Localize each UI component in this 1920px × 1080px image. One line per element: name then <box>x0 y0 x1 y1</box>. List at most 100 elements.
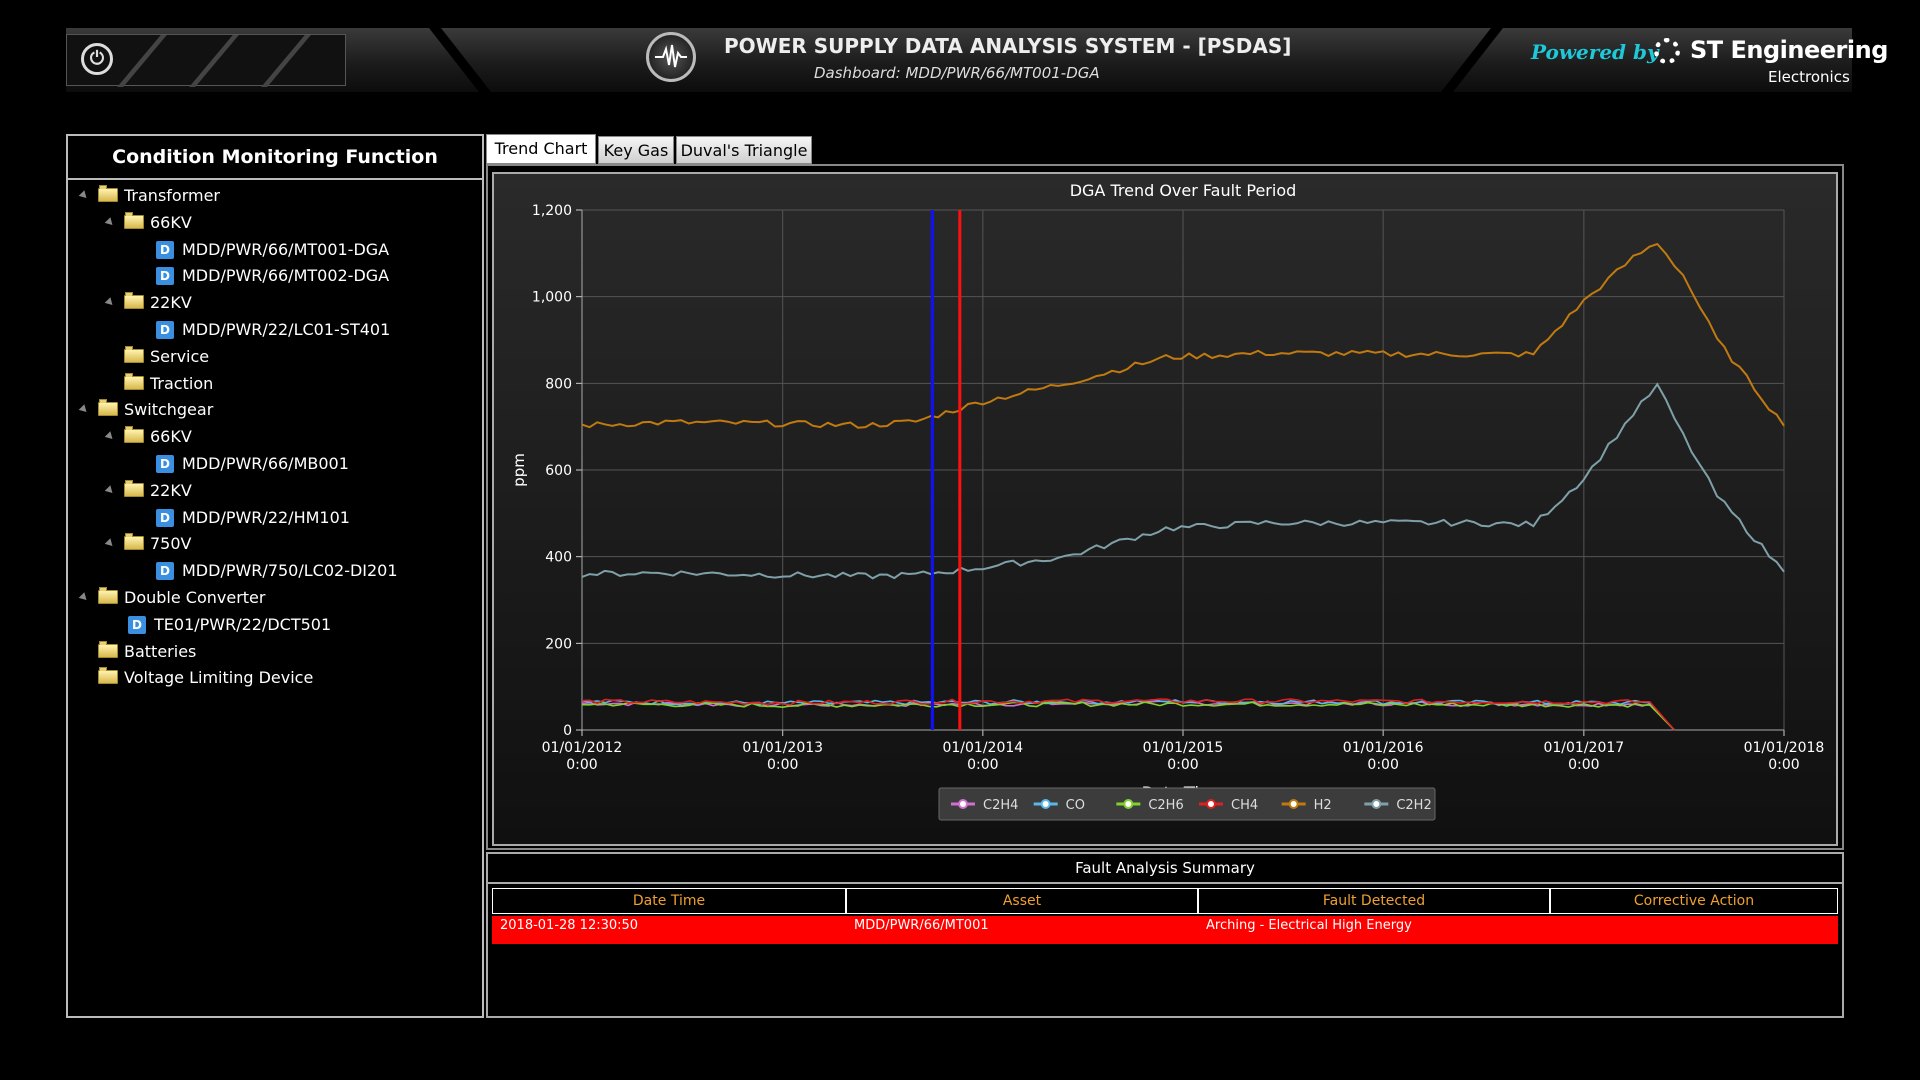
tree-item-label: 66KV <box>150 427 192 447</box>
tree-item-voltage-limiting-device[interactable]: Voltage Limiting Device <box>68 666 468 690</box>
tree-item-mdd-pwr-66-mt002-dga[interactable]: D MDD/PWR/66/MT002-DGA <box>68 264 468 288</box>
tree-item-label: Voltage Limiting Device <box>124 668 314 688</box>
tree-item-label: MDD/PWR/22/LC01-ST401 <box>182 320 391 339</box>
folder-icon <box>124 533 144 551</box>
y-tick-label: 400 <box>545 550 572 566</box>
y-tick-label: 1,000 <box>532 290 572 306</box>
st-engineering-logo-icon <box>1654 38 1680 64</box>
tree-item-750v[interactable]: 750V <box>68 532 468 556</box>
x-tick-label: 01/01/2012 <box>542 740 623 756</box>
column-header-fault-detected[interactable]: Fault Detected <box>1199 889 1551 913</box>
tree-item-label: Transformer <box>124 186 221 205</box>
x-tick-label: 0:00 <box>566 757 597 773</box>
cell-asset: MDD/PWR/66/MT001 <box>854 918 989 933</box>
panel-title: Condition Monitoring Function <box>68 136 482 180</box>
power-icon[interactable]: ⏻ <box>81 43 113 75</box>
y-tick-label: 200 <box>545 636 572 652</box>
tree-item-66kv[interactable]: 66KV <box>68 425 468 449</box>
x-tick-label: 01/01/2013 <box>742 740 823 756</box>
y-tick-label: 1,200 <box>532 203 572 219</box>
waveform-logo-icon <box>646 32 696 82</box>
document-icon: D <box>156 240 174 259</box>
tree-item-22kv[interactable]: 22KV <box>68 479 468 503</box>
tree-item-switchgear[interactable]: Switchgear <box>68 398 468 422</box>
tree-item-label: Traction <box>150 373 214 393</box>
tree-item-te01-pwr-22-dct501[interactable]: D TE01/PWR/22/DCT501 <box>68 613 468 637</box>
tree-item-mdd-pwr-750-lc02-di201[interactable]: D MDD/PWR/750/LC02-DI201 <box>68 559 468 583</box>
tree-item-service[interactable]: Service <box>68 345 468 369</box>
expand-arrow-icon[interactable] <box>78 190 90 201</box>
powered-by-label: Powered by <box>1531 40 1659 64</box>
tree-item-label: 22KV <box>150 293 192 313</box>
expand-arrow-icon[interactable] <box>104 538 116 550</box>
folder-icon <box>124 345 144 363</box>
x-tick-label: 0:00 <box>1167 757 1198 773</box>
expand-arrow-icon[interactable] <box>104 431 116 442</box>
expand-arrow-icon[interactable] <box>78 404 90 416</box>
dga-trend-chart: DGA Trend Over Fault Period 0 200 400 600 800… <box>510 181 1824 821</box>
y-axis-label: ppm <box>510 453 528 487</box>
folder-icon <box>98 185 118 202</box>
tree-item-label: 66KV <box>150 212 192 232</box>
app-title: POWER SUPPLY DATA ANALYSIS SYSTEM - [PSD… <box>724 34 1292 58</box>
tree-item-mdd-pwr-22-lc01-st401[interactable]: D MDD/PWR/22/LC01-ST401 <box>68 318 468 342</box>
tree-item-double-converter[interactable]: Double Converter <box>68 586 468 610</box>
column-header-date-time[interactable]: Date Time <box>493 889 847 913</box>
document-icon: D <box>156 321 174 339</box>
y-tick-label: 800 <box>545 376 572 392</box>
chart-title: DGA Trend Over Fault Period <box>1070 181 1297 200</box>
tree-item-66kv[interactable]: 66KV <box>68 211 468 235</box>
brand-name: ST Engineering <box>1690 36 1888 64</box>
x-tick-label: 0:00 <box>1568 757 1599 773</box>
tree-item-label: Switchgear <box>124 400 214 420</box>
document-icon: D <box>156 455 174 473</box>
legend-label: C2H4 <box>983 798 1018 813</box>
header-left-panel: ⏻ <box>66 34 346 87</box>
document-icon: D <box>156 562 174 581</box>
tree-item-label: 750V <box>150 534 192 554</box>
tree-item-transformer[interactable]: Transformer <box>68 184 468 208</box>
cell-date-time: 2018-01-28 12:30:50 <box>500 918 639 933</box>
tree-item-mdd-pwr-22-hm101[interactable]: D MDD/PWR/22/HM101 <box>68 506 468 530</box>
expand-arrow-icon[interactable] <box>78 592 90 603</box>
legend-swatch-marker <box>1206 799 1216 809</box>
legend-label: C2H2 <box>1396 798 1431 813</box>
legend-label: H2 <box>1314 798 1332 813</box>
dashboard-subtitle: Dashboard: MDD/PWR/66/MT001-DGA <box>814 64 1100 82</box>
series-line-ch4 <box>581 698 1675 731</box>
folder-icon <box>124 426 144 444</box>
folder-icon <box>98 587 118 604</box>
tab-duvals-triangle[interactable]: Duval's Triangle <box>676 136 812 164</box>
column-header-corrective-action[interactable]: Corrective Action <box>1551 889 1837 913</box>
table-row[interactable]: 2018-01-28 12:30:50 MDD/PWR/66/MT001 Arc… <box>492 916 1838 944</box>
tree-item-mdd-pwr-66-mt001-dga[interactable]: D MDD/PWR/66/MT001-DGA <box>68 238 468 262</box>
fault-analysis-panel: Fault Analysis Summary Date Time Asset F… <box>486 852 1844 1018</box>
tree-item-label: TE01/PWR/22/DCT501 <box>154 614 332 634</box>
x-tick-label: 0:00 <box>1768 757 1799 773</box>
folder-icon <box>98 640 118 658</box>
tree-item-label: 22KV <box>150 480 192 500</box>
x-tick-label: 01/01/2015 <box>1143 740 1224 756</box>
expand-arrow-icon[interactable] <box>104 484 116 496</box>
tree-item-22kv[interactable]: 22KV <box>68 291 468 315</box>
tab-key-gas[interactable]: Key Gas <box>598 136 674 164</box>
column-header-asset[interactable]: Asset <box>847 889 1199 913</box>
x-tick-label: 0:00 <box>767 757 798 773</box>
tree-item-mdd-pwr-66-mb001[interactable]: D MDD/PWR/66/MB001 <box>68 452 468 476</box>
folder-icon <box>124 211 144 229</box>
tree-item-traction[interactable]: Traction <box>68 372 468 396</box>
tree-item-label: Double Converter <box>124 588 266 607</box>
tree-item-batteries[interactable]: Batteries <box>68 640 468 664</box>
document-icon: D <box>156 267 174 286</box>
expand-arrow-icon[interactable] <box>104 216 116 228</box>
tab-trend-chart[interactable]: Trend Chart <box>486 134 596 164</box>
legend-label: C2H6 <box>1148 798 1183 813</box>
expand-arrow-icon[interactable] <box>104 297 116 308</box>
legend-swatch-marker <box>1040 799 1051 809</box>
x-tick-label: 0:00 <box>1367 757 1398 773</box>
tree-item-label: MDD/PWR/66/MT002-DGA <box>182 266 390 286</box>
folder-icon <box>124 372 144 390</box>
tree-item-label: Batteries <box>124 641 197 661</box>
document-icon: D <box>156 508 174 527</box>
x-tick-label: 01/01/2017 <box>1543 740 1624 756</box>
